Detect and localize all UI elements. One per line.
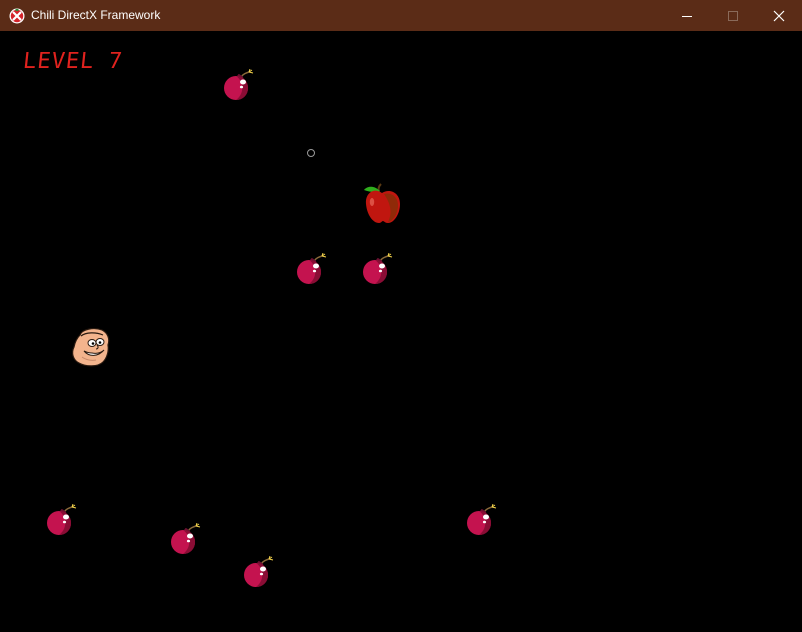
close-icon xyxy=(773,10,785,21)
minimize-icon xyxy=(682,15,692,17)
target-reticle-icon xyxy=(307,149,315,157)
minimize-button[interactable] xyxy=(664,0,710,31)
title-bar[interactable]: Chili DirectX Framework xyxy=(0,0,802,31)
level-indicator: LEVEL 7 xyxy=(21,49,125,74)
chili-framework-icon xyxy=(9,8,25,24)
maximize-icon xyxy=(728,10,738,21)
bomb-icon xyxy=(224,69,254,100)
apple-icon xyxy=(364,183,400,223)
game-window: Chili DirectX Framework LEVEL 7 xyxy=(0,0,802,632)
bomb-icon xyxy=(363,253,393,284)
bomb-icon xyxy=(171,523,201,554)
bomb-icon xyxy=(297,253,327,284)
bomb-icon xyxy=(467,504,497,535)
window-title: Chili DirectX Framework xyxy=(31,8,161,22)
close-button[interactable] xyxy=(756,0,802,31)
bomb-icon xyxy=(47,504,77,535)
game-canvas[interactable] xyxy=(1,31,801,631)
bomb-icon xyxy=(244,556,274,587)
maximize-button[interactable] xyxy=(710,0,756,31)
dude-face-icon[interactable] xyxy=(70,327,112,367)
